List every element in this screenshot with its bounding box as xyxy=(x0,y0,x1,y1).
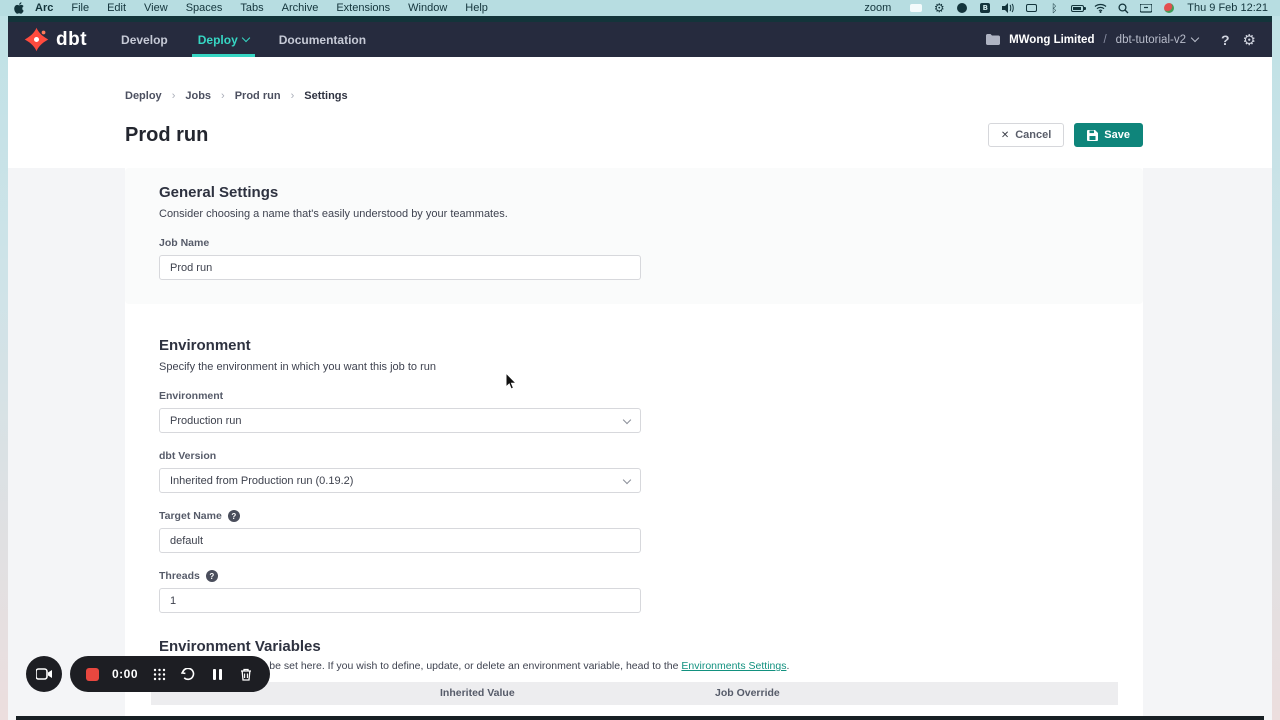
menubar-item-file[interactable]: File xyxy=(62,2,98,14)
screen-recorder-toolbar: 0:00 xyxy=(26,656,270,692)
account-project-separator: / xyxy=(1103,34,1106,46)
environment-select[interactable]: Production run xyxy=(159,408,641,433)
drag-handle-icon[interactable] xyxy=(151,666,167,682)
breadcrumb-jobs[interactable]: Jobs xyxy=(185,90,211,102)
environment-variables-section: Environment Variables Job level override… xyxy=(159,638,1143,672)
restart-icon[interactable] xyxy=(180,666,196,682)
menubar-clock[interactable]: Thu 9 Feb 12:21 xyxy=(1185,2,1268,14)
threads-input[interactable] xyxy=(159,588,641,613)
menubar-app-name[interactable]: Arc xyxy=(26,2,62,14)
environment-section: Environment Specify the environment in w… xyxy=(159,337,1143,613)
recorder-controls-pill: 0:00 xyxy=(70,656,270,692)
environment-heading: Environment xyxy=(159,337,1143,354)
app-b-icon[interactable]: B xyxy=(978,2,992,14)
environment-variables-description: Job level overrides can be set here. If … xyxy=(159,660,1143,672)
breadcrumb-settings[interactable]: Settings xyxy=(304,90,347,102)
save-floppy-icon xyxy=(1087,130,1098,141)
environment-variables-heading: Environment Variables xyxy=(159,638,1143,655)
chevron-down-icon xyxy=(1191,34,1199,42)
breadcrumb-separator: › xyxy=(172,90,176,102)
job-override-column-header: Job Override xyxy=(715,687,780,699)
breadcrumb-separator: › xyxy=(221,90,225,102)
inherited-value-column-header: Inherited Value xyxy=(440,687,515,699)
browser-window: dbt Develop Deploy Documentation MWong L… xyxy=(8,16,1272,720)
menubar-item-archive[interactable]: Archive xyxy=(273,2,328,14)
menubar-item-extensions[interactable]: Extensions xyxy=(327,2,399,14)
window-bottom-edge xyxy=(16,716,1264,720)
trash-icon[interactable] xyxy=(238,666,254,682)
screen-share-icon[interactable] xyxy=(909,2,923,14)
help-icon[interactable]: ? xyxy=(1221,32,1230,48)
chevron-down-icon xyxy=(623,475,631,483)
env-vars-table-header: Inherited Value Job Override xyxy=(151,682,1118,705)
dbt-brand[interactable]: dbt xyxy=(24,27,87,52)
project-selector[interactable]: dbt-tutorial-v2 xyxy=(1116,34,1198,46)
volume-icon[interactable] xyxy=(1001,2,1015,14)
target-name-label: Target Name ? xyxy=(159,510,1143,522)
settings-gear-icon[interactable]: ⚙ xyxy=(1243,31,1256,49)
battery-icon[interactable] xyxy=(1070,2,1084,14)
folder-icon xyxy=(986,34,1000,45)
job-name-label: Job Name xyxy=(159,237,1109,249)
env-vars-table: Inherited Value Job Override xyxy=(151,682,1118,720)
target-name-input[interactable] xyxy=(159,528,641,553)
apple-logo-icon[interactable] xyxy=(12,2,26,14)
nav-item-deploy[interactable]: Deploy xyxy=(198,22,249,57)
control-center-icon[interactable] xyxy=(1139,2,1153,14)
spotlight-search-icon[interactable] xyxy=(1116,2,1130,14)
menubar-item-tabs[interactable]: Tabs xyxy=(231,2,272,14)
breadcrumb: Deploy › Jobs › Prod run › Settings xyxy=(125,90,1143,102)
breadcrumb-deploy[interactable]: Deploy xyxy=(125,90,162,102)
stop-record-button[interactable] xyxy=(86,668,99,681)
dbt-navbar: dbt Develop Deploy Documentation MWong L… xyxy=(8,22,1272,57)
environment-description: Specify the environment in which you wan… xyxy=(159,361,1143,373)
save-button[interactable]: Save xyxy=(1074,123,1143,147)
wifi-icon[interactable] xyxy=(1093,2,1107,14)
environment-select-label: Environment xyxy=(159,390,1143,402)
gear-menu-icon[interactable]: ⚙ xyxy=(932,2,946,14)
menubar-item-spaces[interactable]: Spaces xyxy=(177,2,232,14)
general-settings-heading: General Settings xyxy=(159,184,1109,201)
threads-label: Threads ? xyxy=(159,570,1143,582)
camera-button[interactable] xyxy=(26,656,62,692)
clock-app-icon[interactable] xyxy=(955,2,969,14)
window-menu-icon[interactable] xyxy=(1024,2,1038,14)
pause-icon[interactable] xyxy=(209,666,225,682)
dbt-version-label: dbt Version xyxy=(159,450,1143,462)
page-content: Deploy › Jobs › Prod run › Settings Prod… xyxy=(8,57,1272,720)
nav-item-documentation[interactable]: Documentation xyxy=(279,22,366,57)
help-tooltip-icon[interactable]: ? xyxy=(206,570,218,582)
general-settings-description: Consider choosing a name that's easily u… xyxy=(159,208,1109,220)
breadcrumb-separator: › xyxy=(291,90,295,102)
macos-menubar: Arc File Edit View Spaces Tabs Archive E… xyxy=(0,0,1280,16)
dbt-brand-word: dbt xyxy=(56,29,87,51)
menubar-zoom-app[interactable]: zoom xyxy=(855,2,900,14)
help-tooltip-icon[interactable]: ? xyxy=(228,510,240,522)
menubar-item-window[interactable]: Window xyxy=(399,2,456,14)
status-dot-icon[interactable] xyxy=(1162,2,1176,14)
chevron-down-icon xyxy=(623,415,631,423)
menubar-item-help[interactable]: Help xyxy=(456,2,497,14)
dbt-logo-icon xyxy=(24,27,49,52)
breadcrumb-prod-run[interactable]: Prod run xyxy=(235,90,281,102)
dbt-version-select[interactable]: Inherited from Production run (0.19.2) xyxy=(159,468,641,493)
chevron-down-icon xyxy=(242,34,250,42)
account-name[interactable]: MWong Limited xyxy=(1009,34,1094,46)
recording-timer: 0:00 xyxy=(112,667,138,681)
cancel-button[interactable]: ✕ Cancel xyxy=(988,123,1064,147)
nav-item-develop[interactable]: Develop xyxy=(121,22,168,57)
desktop: Arc File Edit View Spaces Tabs Archive E… xyxy=(0,0,1280,720)
video-camera-icon xyxy=(36,668,53,680)
close-icon: ✕ xyxy=(1001,130,1009,141)
menubar-item-edit[interactable]: Edit xyxy=(98,2,135,14)
bluetooth-icon[interactable]: ᛒ xyxy=(1047,2,1061,14)
job-name-input[interactable] xyxy=(159,255,641,280)
general-settings-section: General Settings Consider choosing a nam… xyxy=(125,168,1143,304)
menubar-item-view[interactable]: View xyxy=(135,2,177,14)
environments-settings-link[interactable]: Environments Settings xyxy=(681,660,786,672)
page-title: Prod run xyxy=(125,124,208,147)
